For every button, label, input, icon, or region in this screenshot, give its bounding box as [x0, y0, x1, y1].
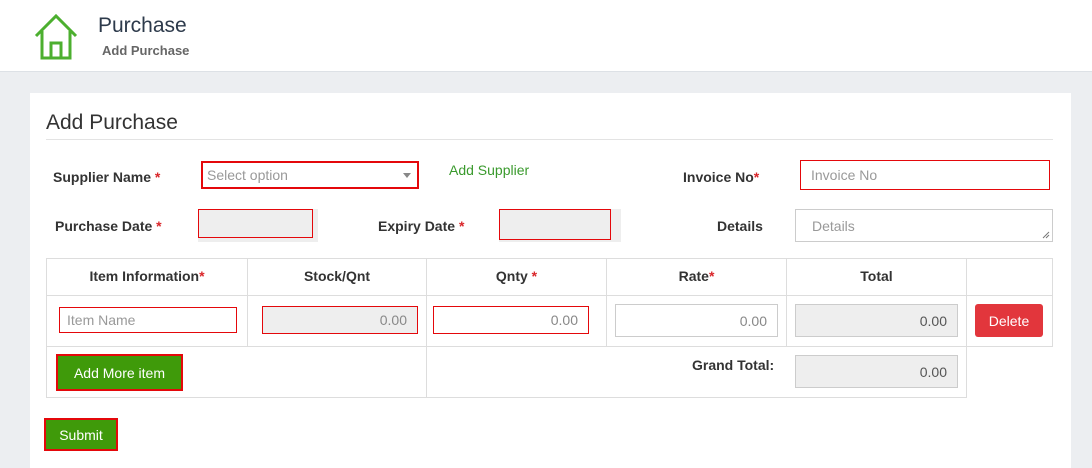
required-mark: *	[199, 268, 205, 284]
header-item-information: Item Information*	[89, 268, 205, 284]
supplier-select[interactable]: Select option	[201, 161, 419, 189]
grand-total-label: Grand Total:	[692, 357, 775, 373]
page-title: Purchase	[98, 14, 187, 37]
qnty-input[interactable]: 0.00	[433, 306, 589, 334]
page-subtitle: Add Purchase	[102, 43, 190, 58]
stock-qnt-field: 0.00	[262, 306, 418, 334]
invoice-no-label: Invoice No*	[683, 169, 760, 185]
resize-handle-icon[interactable]	[1042, 231, 1050, 239]
add-more-item-button[interactable]: Add More item	[56, 354, 183, 391]
purchase-date-input[interactable]	[198, 209, 313, 238]
expiry-date-input[interactable]	[499, 209, 611, 240]
add-supplier-link[interactable]: Add Supplier	[449, 162, 529, 178]
required-mark: *	[156, 218, 162, 234]
item-name-input[interactable]: Item Name	[59, 307, 237, 333]
grand-total-field: 0.00	[795, 355, 958, 388]
header-stock: Stock/Qnt	[303, 268, 371, 284]
required-mark: *	[458, 218, 465, 234]
panel-title: Add Purchase	[46, 111, 178, 134]
supplier-name-label: Supplier Name *	[53, 169, 161, 185]
invoice-no-input[interactable]: Invoice No	[800, 160, 1050, 190]
header-rate: Rate*	[678, 268, 715, 284]
page-header: Purchase Add Purchase	[0, 0, 1092, 72]
header-qnty: Qnty *	[495, 268, 538, 284]
details-label: Details	[717, 218, 763, 234]
table-header-cell	[966, 258, 1053, 296]
header-total: Total	[860, 268, 893, 284]
add-purchase-panel: Add Purchase Supplier Name * Select opti…	[30, 93, 1071, 468]
chevron-down-icon	[403, 173, 411, 178]
required-mark: *	[753, 169, 760, 185]
total-field: 0.00	[795, 304, 958, 337]
home-icon[interactable]	[33, 12, 79, 62]
required-mark: *	[531, 268, 538, 284]
submit-button[interactable]: Submit	[44, 418, 118, 451]
rate-input[interactable]: 0.00	[615, 304, 778, 337]
required-mark: *	[708, 268, 715, 284]
delete-button[interactable]: Delete	[975, 304, 1043, 337]
details-textarea[interactable]: Details	[795, 209, 1053, 242]
panel-divider	[46, 139, 1053, 140]
purchase-items-table: Item Information* Stock/Qnt Qnty * Rate*…	[46, 258, 1053, 398]
required-mark: *	[154, 169, 161, 185]
expiry-date-label: Expiry Date *	[378, 218, 465, 234]
purchase-date-label: Purchase Date *	[55, 218, 162, 234]
